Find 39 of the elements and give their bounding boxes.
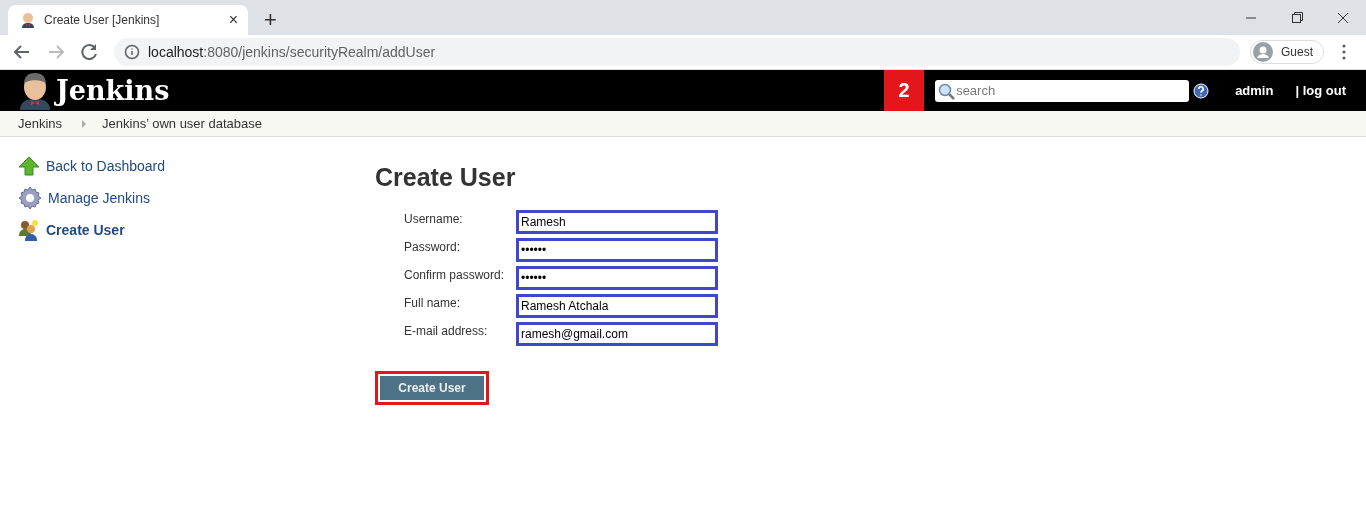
breadcrumb-link[interactable]: Jenkins’ own user database xyxy=(102,116,263,131)
create-user-button[interactable]: Create User xyxy=(375,371,489,405)
sidebar-item[interactable]: Back to Dashboard xyxy=(18,155,375,177)
butler-logo-icon xyxy=(18,71,52,110)
url-text: localhost:8080/jenkins/securityRealm/addUser xyxy=(148,44,436,60)
profile-name: Guest xyxy=(1281,45,1313,59)
field-label: Full name: xyxy=(404,295,462,312)
close-tab-button[interactable]: × xyxy=(228,11,238,29)
input-field[interactable]: Ramesh xyxy=(516,210,718,234)
search-field[interactable]: search xyxy=(935,79,1190,102)
address-bar[interactable]: localhost:8080/jenkins/securityRealm/addUser xyxy=(114,38,1240,66)
user-link[interactable]: admin xyxy=(1235,83,1274,98)
field-label: E-mail address: xyxy=(404,323,489,340)
butler-icon xyxy=(20,12,36,28)
avatar-icon xyxy=(1253,42,1273,62)
breadcrumb-link[interactable]: Jenkins xyxy=(18,116,63,131)
tab-title: Create User [Jenkins] xyxy=(44,13,161,27)
browser-tab[interactable]: Create User [Jenkins] × xyxy=(8,5,248,35)
help-icon[interactable] xyxy=(1193,82,1210,99)
step-badge: 2 xyxy=(884,70,925,111)
field-label: Confirm password: xyxy=(404,267,506,284)
input-field[interactable]: •••••• xyxy=(516,266,718,290)
logout-link[interactable]: | log out xyxy=(1295,83,1346,98)
up-arrow-icon xyxy=(18,156,40,176)
profile-button[interactable]: Guest xyxy=(1250,40,1324,64)
info-icon xyxy=(124,44,140,60)
gear-icon xyxy=(18,186,42,210)
input-field[interactable]: Ramesh Atchala xyxy=(516,294,718,318)
new-tab-button[interactable]: + xyxy=(260,7,281,33)
logo-text[interactable]: Jenkins xyxy=(56,75,170,106)
sidebar-item[interactable]: Manage Jenkins xyxy=(18,187,375,209)
sidebar-item[interactable]: Create User xyxy=(18,219,375,241)
field-label: Username: xyxy=(404,211,464,228)
input-field[interactable]: •••••• xyxy=(516,238,718,262)
users-icon xyxy=(18,219,40,241)
input-field[interactable]: ramesh@gmail.com xyxy=(516,322,718,346)
page-title: Create User xyxy=(375,163,517,192)
chevron-icon xyxy=(82,119,87,128)
field-label: Password: xyxy=(404,239,462,256)
